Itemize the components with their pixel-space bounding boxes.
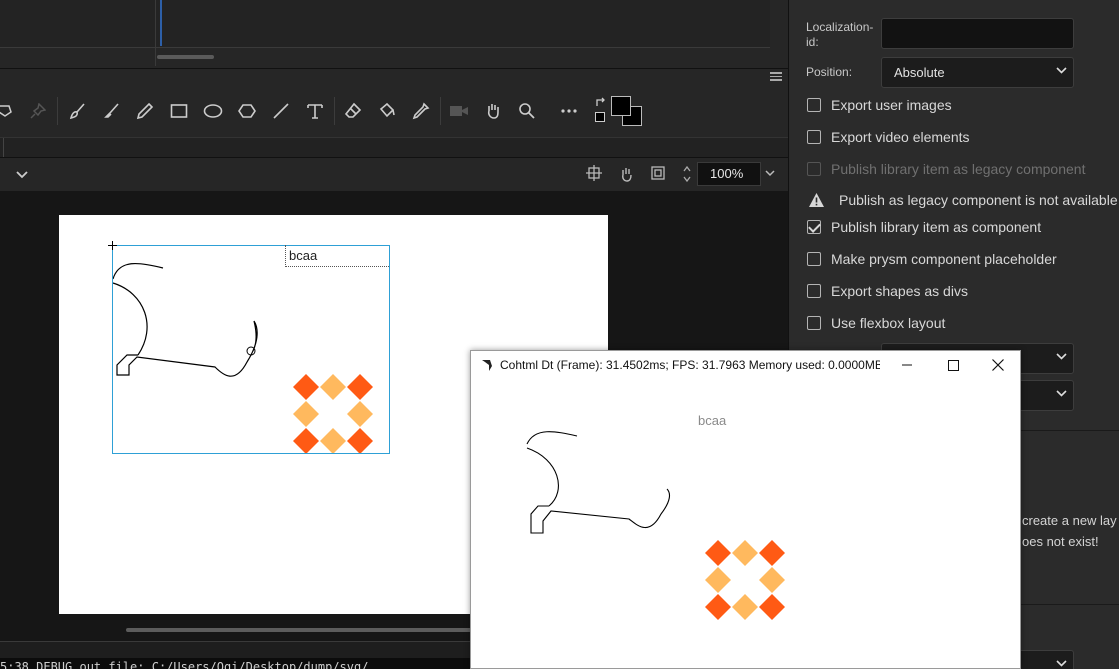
- rectangle-icon[interactable]: [167, 99, 191, 123]
- chevron-down-icon: [1056, 65, 1067, 77]
- position-select-value: Absolute: [894, 65, 945, 80]
- stage-bar: 100%: [0, 157, 788, 191]
- chevron-down-icon: [1056, 388, 1067, 400]
- flexbox-layout-option[interactable]: Use flexbox layout: [807, 314, 945, 332]
- legacy-component-checkbox: [807, 162, 821, 176]
- tool-options-bar: [0, 137, 788, 158]
- preview-diamond-pattern: [705, 540, 785, 620]
- eraser-icon[interactable]: [341, 99, 365, 123]
- paint-bucket-icon[interactable]: [375, 99, 399, 123]
- tools-toolbar: [0, 68, 788, 158]
- timeline-playhead[interactable]: [160, 0, 162, 46]
- export-user-images-checkbox[interactable]: [807, 98, 821, 112]
- preview-window[interactable]: Cohtml Dt (Frame): 31.4502ms; FPS: 31.79…: [470, 350, 1021, 669]
- pin-icon[interactable]: [26, 99, 50, 123]
- chevron-down-icon: [1056, 658, 1067, 669]
- publish-component-label: Publish library item as component: [831, 219, 1042, 235]
- stage-text-box[interactable]: bcaa: [285, 245, 389, 267]
- chevron-down-icon: [1056, 351, 1067, 363]
- prysm-placeholder-label: Make prysm component placeholder: [831, 251, 1057, 267]
- snap-icon[interactable]: [585, 165, 603, 183]
- default-colors-icon[interactable]: [595, 112, 605, 122]
- pencil-icon[interactable]: [133, 99, 157, 123]
- brush-tool-icon[interactable]: [100, 99, 124, 123]
- more-icon[interactable]: [557, 99, 581, 123]
- zoom-dropdown-icon[interactable]: [762, 162, 778, 186]
- legacy-component-option: Publish library item as legacy component: [807, 160, 1085, 178]
- brush-icon[interactable]: [66, 99, 90, 123]
- export-video-elements-label: Export video elements: [831, 129, 970, 145]
- layer-hint-text: create a new lay: [1022, 513, 1117, 528]
- eyedropper-icon[interactable]: [409, 99, 433, 123]
- zoom-stepper[interactable]: [680, 163, 694, 185]
- prysm-placeholder-checkbox[interactable]: [807, 252, 821, 266]
- publish-component-checkbox[interactable]: [807, 220, 821, 234]
- hand-icon[interactable]: [481, 99, 505, 123]
- line-icon[interactable]: [269, 99, 293, 123]
- localization-id-input[interactable]: [881, 18, 1074, 49]
- ellipse-icon[interactable]: [201, 99, 225, 123]
- selection-box[interactable]: [112, 245, 390, 454]
- export-video-elements-checkbox[interactable]: [807, 130, 821, 144]
- rotate-hand-icon[interactable]: [617, 165, 635, 183]
- legacy-warning: Publish as legacy component is not avail…: [808, 191, 1119, 209]
- position-select[interactable]: Absolute: [881, 57, 1074, 88]
- legacy-component-label: Publish library item as legacy component: [831, 161, 1086, 177]
- tool-row: [0, 91, 788, 131]
- timeline-panel: [0, 0, 788, 68]
- export-video-elements-option[interactable]: Export video elements: [807, 128, 970, 146]
- publish-component-option[interactable]: Publish library item as component: [807, 218, 1041, 236]
- localization-id-label: Localization-id:: [806, 20, 874, 49]
- text-icon[interactable]: [303, 99, 327, 123]
- preview-drawing: [526, 431, 785, 620]
- timeline-tracks[interactable]: [0, 0, 770, 48]
- zoom-icon[interactable]: [515, 99, 539, 123]
- polygon-icon[interactable]: [235, 99, 259, 123]
- timeline-divider: [155, 0, 156, 66]
- legacy-warning-text: Publish as legacy component is not avail…: [839, 192, 1119, 208]
- prysm-placeholder-option[interactable]: Make prysm component placeholder: [807, 250, 1057, 268]
- export-user-images-label: Export user images: [831, 97, 952, 113]
- chevron-down-icon[interactable]: [16, 166, 28, 182]
- swap-colors-icon[interactable]: [595, 95, 607, 106]
- transform-icon[interactable]: [0, 99, 18, 123]
- panel-menu-icon[interactable]: [770, 72, 782, 81]
- position-label: Position:: [806, 65, 853, 79]
- preview-text-label: bcaa: [698, 413, 727, 428]
- registration-point-icon: [108, 241, 117, 250]
- shapes-as-divs-checkbox[interactable]: [807, 284, 821, 298]
- clip-icon[interactable]: [649, 165, 667, 183]
- stroke-color-swatch[interactable]: [611, 96, 631, 116]
- layer-missing-text: oes not exist!: [1022, 534, 1099, 549]
- timeline-scrollbar[interactable]: [157, 55, 214, 59]
- camera-icon[interactable]: [447, 99, 471, 123]
- export-user-images-option[interactable]: Export user images: [807, 96, 952, 114]
- shapes-as-divs-option[interactable]: Export shapes as divs: [807, 282, 968, 300]
- flexbox-layout-checkbox[interactable]: [807, 316, 821, 330]
- stage-horizontal-scrollbar[interactable]: [126, 628, 486, 632]
- flexbox-layout-label: Use flexbox layout: [831, 315, 946, 331]
- zoom-input[interactable]: 100%: [697, 162, 761, 186]
- shapes-as-divs-label: Export shapes as divs: [831, 283, 968, 299]
- warning-icon: [809, 193, 824, 207]
